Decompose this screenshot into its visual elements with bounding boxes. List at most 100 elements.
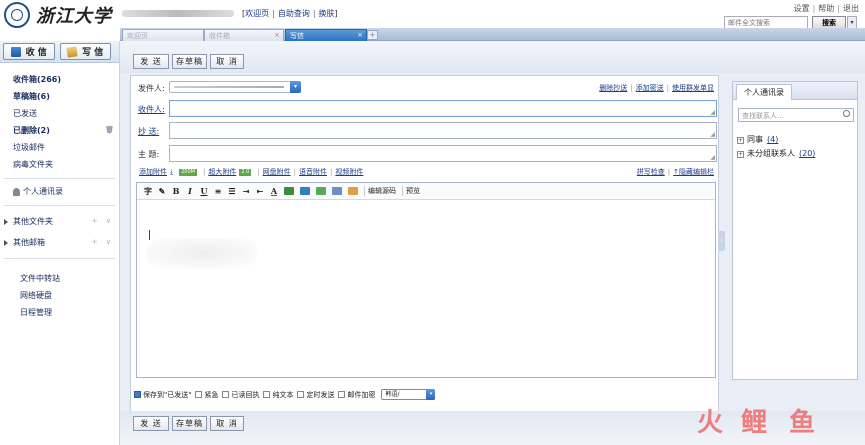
editor-body[interactable] [137,200,715,377]
tab-personal-contacts[interactable]: 个人通讯录 [736,84,792,100]
voice-attachment-link[interactable]: 语音附件 [299,167,327,177]
plain-text-option[interactable]: 纯文本 [263,390,293,400]
tab-welcome[interactable]: 欢迎页 [122,29,204,41]
checkbox[interactable] [195,391,203,398]
italic-icon[interactable]: I [183,185,197,198]
change-skin-link[interactable]: 换肤 [319,8,335,19]
expand-icon[interactable]: + [737,137,744,144]
individual-send-link[interactable]: 使用群发单显 [672,84,714,92]
font-icon[interactable]: 字 [141,185,155,198]
folder-virus[interactable]: 病毒文件夹 [0,156,119,173]
contact-search-input[interactable]: 查找联系人... [738,108,854,122]
welcome-link[interactable]: 欢迎页 [245,8,269,19]
hide-toolbar-link[interactable]: ↑隐藏编辑栏 [673,168,714,176]
table-icon[interactable] [332,187,342,195]
compose-button[interactable]: 写 信 [59,43,111,60]
outdent-icon[interactable]: ⇤ [253,185,267,198]
cc-input[interactable]: ◢ [169,122,717,139]
format-painter-icon[interactable]: ✎ [155,185,169,198]
self-service-link[interactable]: 自助查询 [278,8,310,19]
other-folders-group[interactable]: 其他文件夹 + ∨ [0,211,119,232]
cancel-button[interactable]: 取 消 [210,416,244,431]
help-link[interactable]: 帮助 [818,4,834,13]
send-button[interactable]: 发 送 [133,416,169,431]
encrypt-option[interactable]: 邮件加密 [338,390,375,400]
to-label[interactable]: 收件人: [138,104,168,115]
receive-button[interactable]: 收 信 [3,43,55,60]
folder-sent[interactable]: 已发送 [0,105,119,122]
list-icon[interactable]: ☰ [225,185,239,198]
folder-spam[interactable]: 垃圾邮件 [0,139,119,156]
preview-button[interactable]: 预览 [402,186,423,196]
send-button[interactable]: 发 送 [133,54,169,69]
folder-deleted[interactable]: 已删除(2) 🗑 [0,122,119,139]
tab-inbox[interactable]: 收件箱 × [204,29,284,41]
bold-icon[interactable]: B [169,185,183,198]
contact-group-ungrouped[interactable]: + 未分组联系人 (20) [737,148,815,159]
underline-icon[interactable]: U [197,185,211,198]
folder-label: 草稿箱(6) [13,92,50,101]
personal-contacts-link[interactable]: 个人通讯录 [0,184,119,200]
group-count[interactable]: (20) [799,149,815,158]
cc-label[interactable]: 抄 送: [138,126,168,137]
other-mailboxes-group[interactable]: 其他邮箱 + ∨ [0,232,119,253]
add-attachment-link[interactable]: 添加附件 [139,167,167,177]
trash-icon[interactable]: 🗑 [105,122,114,139]
close-icon[interactable]: × [357,31,363,39]
checkbox[interactable] [222,391,230,398]
tab-bar: 欢迎页 收件箱 × 写信 × + [120,28,865,41]
collapse-panel-icon[interactable]: ‹ [718,231,725,251]
close-icon[interactable]: × [274,31,280,39]
new-tab-icon[interactable]: + [367,30,378,40]
disk-attachment-link[interactable]: 网盘附件 [263,167,291,177]
expand-icon[interactable]: + [737,151,744,158]
align-icon[interactable]: ≡ [211,185,225,198]
group-actions[interactable]: + ∨ [92,211,114,232]
read-receipt-option[interactable]: 已读回执 [222,390,259,400]
large-attachment-link[interactable]: 超大附件 [208,167,236,177]
folder-drafts[interactable]: 草稿箱(6) [0,88,119,105]
save-to-sent-option[interactable]: 保存到"已发送" [134,390,191,400]
cancel-button[interactable]: 取 消 [210,54,244,69]
checkbox-checked[interactable] [134,391,141,398]
save-draft-button[interactable]: 存草稿 [172,416,207,431]
emoji-icon[interactable] [348,187,358,195]
net-disk-link[interactable]: 网络硬盘 [0,287,119,304]
contact-group-colleagues[interactable]: + 同事 (4) [737,134,778,145]
folder-inbox[interactable]: 收件箱(266) [0,71,119,88]
watermark-char: 鱼 [789,408,816,438]
to-input[interactable]: ◢ [169,100,717,117]
send-options: 保存到"已发送" 紧急 已读回执 纯文本 定时发送 邮件加密 韩语/ ▾ [134,389,436,400]
tab-compose[interactable]: 写信 × [285,29,367,41]
encoding-select[interactable]: 韩语/ ▾ [381,389,436,400]
blurred-content [147,238,257,268]
spell-check-link[interactable]: 拼写检查 [637,168,665,176]
scheduled-send-option[interactable]: 定时发送 [297,390,334,400]
add-bcc-link[interactable]: 添加密送 [636,84,664,92]
watermark-char: 鲤 [741,408,768,438]
highlight-icon[interactable] [284,187,294,195]
remove-cc-link[interactable]: 删除抄送 [599,84,627,92]
checkbox[interactable] [263,391,271,398]
indent-icon[interactable]: ⇥ [239,185,253,198]
search-icon[interactable] [843,110,850,117]
settings-link[interactable]: 设置 [794,4,810,13]
checkbox[interactable] [297,391,305,398]
resize-grip-icon: ◢ [710,154,715,161]
file-transfer-link[interactable]: 文件中转站 [0,270,119,287]
group-actions[interactable]: + ∨ [92,232,114,253]
calendar-link[interactable]: 日程管理 [0,304,119,321]
urgent-option[interactable]: 紧急 [195,390,218,400]
save-draft-button[interactable]: 存草稿 [172,54,207,69]
group-count[interactable]: (4) [767,135,778,144]
subject-input[interactable]: ◢ [169,145,717,162]
edit-source-button[interactable]: 编辑源码 [364,186,399,196]
logout-link[interactable]: 退出 [843,4,859,13]
checkbox[interactable] [338,391,346,398]
expand-arrow-icon [4,239,8,246]
image-icon[interactable] [316,187,326,195]
font-color-icon[interactable]: A [267,185,281,198]
sender-select[interactable]: ▾ [169,81,301,93]
link-icon[interactable] [300,187,310,195]
video-attachment-link[interactable]: 视频附件 [335,167,363,177]
